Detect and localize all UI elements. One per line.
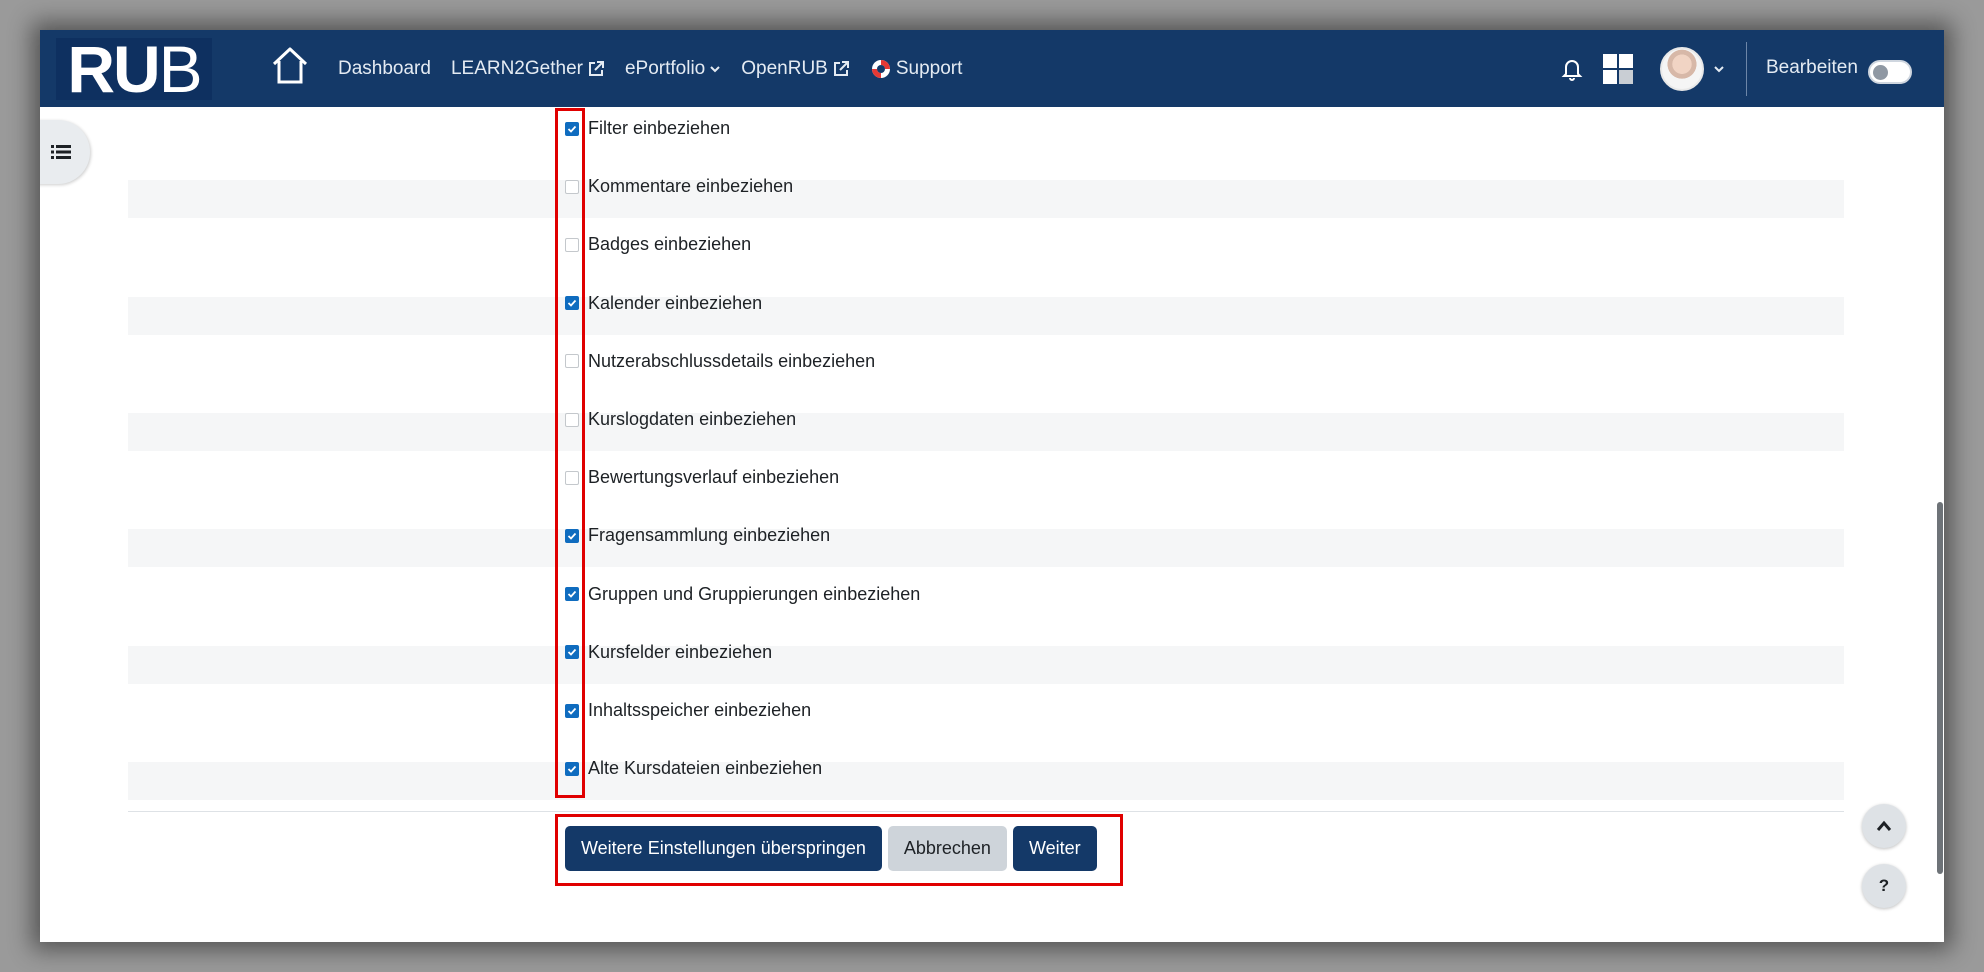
external-link-icon xyxy=(833,60,849,76)
logo-text-main: RU xyxy=(67,32,160,106)
help-icon: ? xyxy=(1878,876,1890,895)
option-checkbox-item[interactable]: Kursfelder einbeziehen xyxy=(565,642,772,663)
option-label: Gruppen und Gruppierungen einbeziehen xyxy=(588,583,921,604)
option-row-background xyxy=(128,180,1844,219)
nav-link-eportfolio[interactable]: ePortfolio xyxy=(625,58,721,80)
option-checkbox-item[interactable]: Filter einbeziehen xyxy=(565,118,730,139)
primary-navigation: Dashboard LEARN2Gether ePortfolio OpenRU… xyxy=(338,30,962,107)
lifebuoy-icon xyxy=(871,59,890,78)
option-row-background xyxy=(128,645,1844,684)
form-footer-divider xyxy=(128,811,1844,812)
nav-link-openrub[interactable]: OpenRUB xyxy=(741,58,850,80)
option-label: Kursfelder einbeziehen xyxy=(588,641,773,662)
edit-mode-toggle[interactable] xyxy=(1868,60,1912,84)
back-to-top-button[interactable] xyxy=(1862,804,1906,848)
logo-text-end: B xyxy=(158,32,203,106)
option-checkbox-item[interactable]: Badges einbeziehen xyxy=(565,234,751,255)
option-label: Kurslogdaten einbeziehen xyxy=(588,409,797,429)
nav-link-label: ePortfolio xyxy=(624,57,706,79)
option-label: Kalender einbeziehen xyxy=(588,292,763,313)
option-label: Kommentare einbeziehen xyxy=(588,176,794,197)
option-label: Fragensammlung einbeziehen xyxy=(588,525,831,546)
app-grid-icon[interactable] xyxy=(1602,53,1634,85)
toggle-knob xyxy=(1873,65,1888,80)
option-row-background xyxy=(128,529,1844,568)
option-checkbox-item[interactable]: Kommentare einbeziehen xyxy=(565,176,793,197)
nav-link-label: LEARN2Gether xyxy=(450,57,583,79)
option-label: Alte Kursdateien einbeziehen xyxy=(588,758,823,779)
help-button[interactable]: ? xyxy=(1862,864,1906,908)
option-label: Bewertungsverlauf einbeziehen xyxy=(588,467,840,488)
nav-link-support[interactable]: Support xyxy=(870,57,963,80)
nav-link-learn2gether[interactable]: LEARN2Gether xyxy=(451,58,605,80)
option-checkbox-item[interactable]: Bewertungsverlauf einbeziehen xyxy=(565,467,839,488)
option-label: Inhaltsspeicher einbeziehen xyxy=(588,700,812,720)
option-checkbox-item[interactable]: Nutzerabschlussdetails einbeziehen xyxy=(565,351,875,372)
option-checkbox-item[interactable]: Fragensammlung einbeziehen xyxy=(565,525,830,546)
option-row-background xyxy=(128,762,1844,801)
nav-link-dashboard[interactable]: Dashboard xyxy=(338,58,431,80)
option-checkbox-item[interactable]: Alte Kursdateien einbeziehen xyxy=(565,758,822,779)
option-checkbox-item[interactable]: Kalender einbeziehen xyxy=(565,293,762,314)
notification-bell-icon[interactable] xyxy=(1560,56,1584,82)
user-avatar[interactable] xyxy=(1660,47,1704,91)
scrollbar-thumb[interactable] xyxy=(1937,502,1943,874)
navbar-divider xyxy=(1746,42,1747,96)
buttons-highlight xyxy=(555,814,1123,886)
chevron-up-icon xyxy=(1876,820,1892,831)
chevron-down-icon[interactable] xyxy=(1712,63,1726,75)
nav-link-label: OpenRUB xyxy=(741,57,828,79)
home-icon[interactable] xyxy=(270,44,310,88)
option-label: Nutzerabschlussdetails einbeziehen xyxy=(588,350,876,371)
checkbox-column-highlight xyxy=(555,108,585,798)
course-index-toggle[interactable] xyxy=(40,120,90,184)
option-row-background xyxy=(128,296,1844,335)
option-checkbox-item[interactable]: Inhaltsspeicher einbeziehen xyxy=(565,700,811,721)
nav-link-label: Support xyxy=(895,57,963,79)
browser-window: RU B Dashboard LEARN2Gether ePortfolio O… xyxy=(40,30,1944,942)
option-checkbox-item[interactable]: Kurslogdaten einbeziehen xyxy=(565,409,796,430)
top-navbar: RU B Dashboard LEARN2Gether ePortfolio O… xyxy=(40,30,1944,107)
rub-logo[interactable]: RU B xyxy=(56,32,212,106)
edit-mode-label: Bearbeiten xyxy=(1766,57,1858,78)
option-label: Filter einbeziehen xyxy=(588,118,731,138)
nav-link-label: Dashboard xyxy=(338,57,431,79)
external-link-icon xyxy=(588,60,604,76)
option-label: Badges einbeziehen xyxy=(588,234,752,255)
list-icon xyxy=(51,145,71,159)
option-checkbox-item[interactable]: Gruppen und Gruppierungen einbeziehen xyxy=(565,584,920,605)
chevron-down-icon xyxy=(710,65,720,72)
option-row-background xyxy=(128,413,1844,451)
